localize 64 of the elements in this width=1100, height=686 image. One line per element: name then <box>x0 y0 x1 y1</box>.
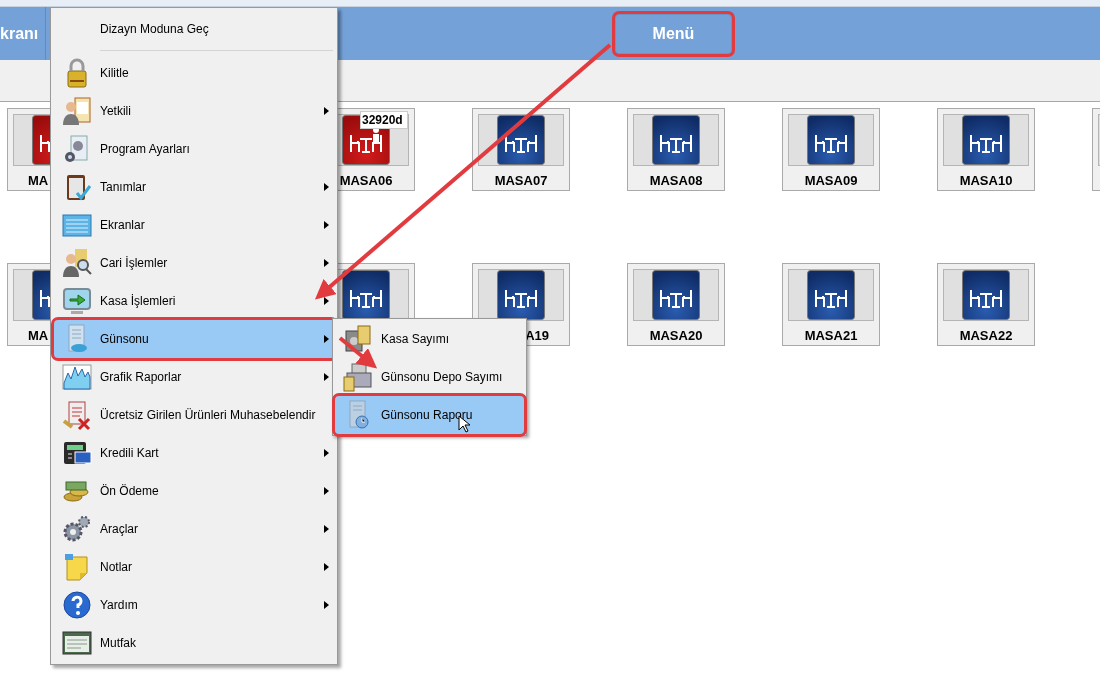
submenu-arrow-icon <box>324 335 329 343</box>
menu-item[interactable]: Ücretsiz Girilen Ürünleri Muhasebelendir <box>54 396 335 434</box>
table-tile[interactable]: MASA10 <box>937 108 1035 191</box>
table-tile[interactable]: MASA08 <box>627 108 725 191</box>
table-chairs-icon <box>497 270 545 320</box>
submenu-arrow-icon <box>324 601 329 609</box>
table-chairs-icon <box>962 115 1010 165</box>
monitor-arrow-icon <box>61 285 93 317</box>
submenu-arrow-icon <box>324 221 329 229</box>
submenu-arrow-icon <box>324 449 329 457</box>
submenu-arrow-icon <box>324 525 329 533</box>
menu-item[interactable]: Grafik Raporlar <box>54 358 335 396</box>
table-chairs-icon <box>652 270 700 320</box>
table-chairs-icon <box>962 270 1010 320</box>
table-tile[interactable]: MASA07 <box>472 108 570 191</box>
line-chart-icon <box>61 361 93 393</box>
table-name: MA <box>28 173 49 188</box>
menu-item[interactable]: Kredili Kart <box>54 434 335 472</box>
submenu-arrow-icon <box>324 373 329 381</box>
menu-item[interactable]: Notlar <box>54 548 335 586</box>
submenu-arrow-icon <box>324 183 329 191</box>
table-name: MA <box>28 328 49 343</box>
annotation-arrow <box>338 336 378 369</box>
table-name: MASA07 <box>494 173 548 188</box>
duration-badge: 32920d <box>360 111 408 129</box>
menu-item[interactable]: Cari İşlemler <box>54 244 335 282</box>
table-name: MASA21 <box>804 328 858 343</box>
menu-item[interactable]: Ekranlar <box>54 206 335 244</box>
menu-item[interactable]: Günsonu <box>54 320 335 358</box>
table-tile[interactable]: MASA21 <box>782 263 880 346</box>
table-name: MASA20 <box>649 328 703 343</box>
table-chairs-icon <box>807 270 855 320</box>
table-name: MASA09 <box>804 173 858 188</box>
table-chairs-icon <box>807 115 855 165</box>
submenu-item[interactable]: Günsonu Raporu <box>335 396 524 434</box>
table-chairs-icon <box>342 270 390 320</box>
menu-item[interactable]: Dizayn Moduna Geç <box>54 10 335 48</box>
menu-item[interactable]: Ön Ödeme <box>54 472 335 510</box>
menu-item[interactable]: Araçlar <box>54 510 335 548</box>
table-name: A19 <box>525 328 549 343</box>
person-document-icon <box>61 95 93 127</box>
menu-item[interactable]: Mutfak <box>54 624 335 662</box>
submenu-arrow-icon <box>324 563 329 571</box>
person-magnifier-icon <box>61 247 93 279</box>
table-tile[interactable]: MASA09 <box>782 108 880 191</box>
help-icon <box>61 589 93 621</box>
submenu-arrow-icon <box>324 487 329 495</box>
menu-item[interactable]: Yardım <box>54 586 335 624</box>
menu-item[interactable]: Kilitle <box>54 54 335 92</box>
submenu-arrow-icon <box>324 107 329 115</box>
printer-document-icon <box>342 361 374 393</box>
table-chairs-icon <box>652 115 700 165</box>
table-name: MASA22 <box>959 328 1013 343</box>
clipboard-cross-icon <box>61 399 93 431</box>
table-chairs-icon <box>497 115 545 165</box>
submenu-item[interactable]: Günsonu Depo Sayımı <box>335 358 524 396</box>
submenu-arrow-icon <box>324 297 329 305</box>
table-name: MASA08 <box>649 173 703 188</box>
submenu-arrow-icon <box>324 259 329 267</box>
table-name: MASA10 <box>959 173 1013 188</box>
table-name: MASA06 <box>339 173 393 188</box>
menu-item[interactable]: Kasa İşlemleri <box>54 282 335 320</box>
table-tile[interactable]: MASA20 <box>627 263 725 346</box>
table-tile[interactable]: MASA22 <box>937 263 1035 346</box>
